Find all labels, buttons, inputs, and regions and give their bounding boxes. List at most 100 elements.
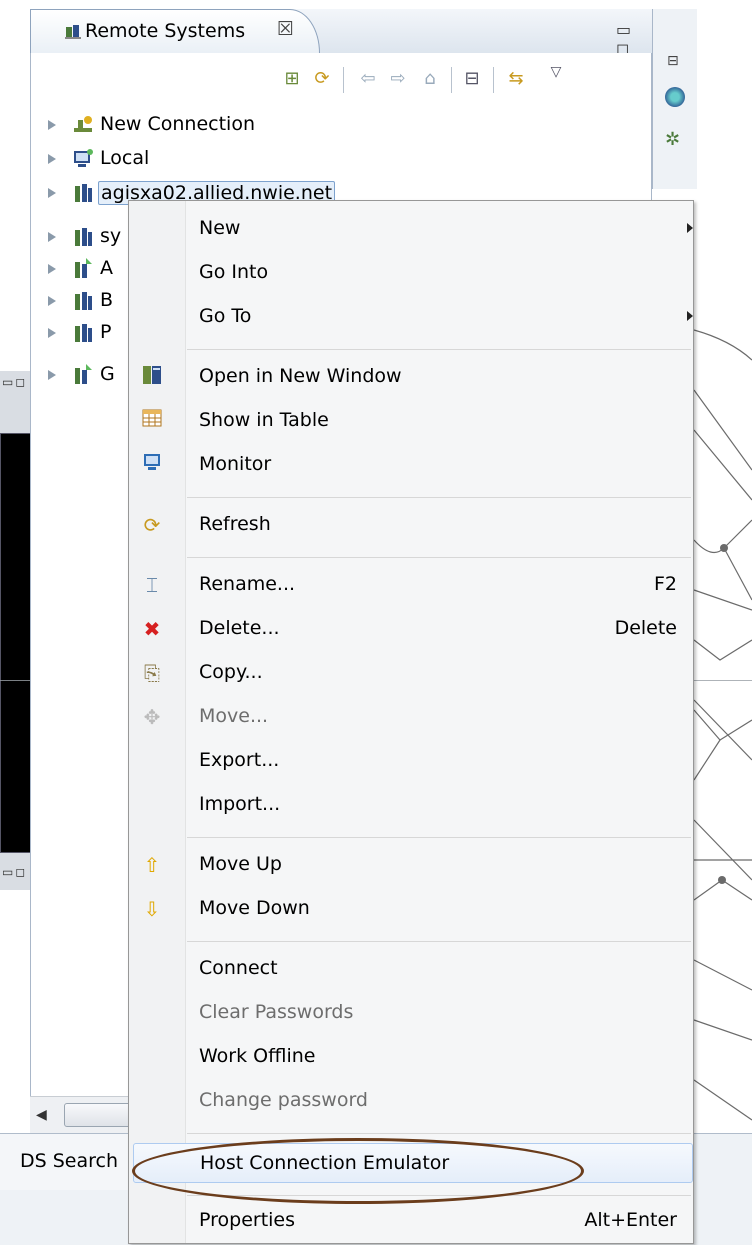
expand-twisty-icon[interactable] — [48, 370, 56, 380]
server-icon — [75, 228, 92, 246]
highlight-annotation-ellipse — [132, 1138, 584, 1204]
expand-twisty-icon[interactable] — [48, 232, 56, 242]
toolbar-separator — [451, 67, 452, 93]
scroll-left-icon[interactable]: ◀ — [36, 1107, 47, 1123]
expand-twisty-icon[interactable] — [48, 188, 56, 198]
table-icon — [139, 408, 165, 434]
tree-item-label: P — [100, 321, 112, 343]
tree-item-label: Local — [100, 147, 150, 169]
menu-item-go-to[interactable]: Go To — [131, 297, 693, 337]
menu-item-label: Rename... — [199, 573, 296, 595]
menu-separator — [187, 837, 691, 838]
new-window-icon — [139, 364, 165, 390]
menu-separator — [187, 497, 691, 498]
debug-icon[interactable]: ✲ — [665, 129, 680, 150]
arrow-up-icon: ⇧ — [143, 853, 161, 877]
menu-item-refresh[interactable]: ⟳ Refresh — [131, 505, 691, 545]
tab-ds-search-label: DS Search — [20, 1150, 119, 1172]
menu-item-new[interactable]: New — [131, 209, 693, 249]
menu-item-label: Work Offline — [199, 1045, 316, 1067]
menu-item-shortcut: Delete — [614, 617, 677, 639]
menu-item-label: Show in Table — [199, 409, 329, 431]
refresh-icon: ⟳ — [143, 513, 161, 537]
perspective-icon[interactable] — [665, 87, 685, 107]
server-icon — [75, 324, 92, 342]
right-toolbar-strip: ⊟ ✲ — [652, 9, 697, 189]
refresh-icon[interactable]: ⟳ — [311, 68, 333, 90]
server-connected-icon — [75, 258, 92, 278]
server-icon — [75, 292, 92, 310]
home-icon[interactable]: ⌂ — [419, 68, 441, 90]
menu-item-label: Clear Passwords — [199, 1001, 354, 1023]
context-menu: New Go Into Go To Open in New Window Sho… — [128, 200, 694, 1244]
tree-item-label: A — [100, 257, 113, 279]
rename-icon: ⌶ — [146, 573, 158, 597]
remote-systems-tab[interactable]: Remote Systems ☒ — [30, 9, 320, 53]
restore-icon[interactable]: ⊟ — [667, 53, 679, 69]
menu-separator — [187, 557, 691, 558]
menu-item-connect[interactable]: Connect — [131, 949, 691, 989]
menu-item-label: Delete... — [199, 617, 280, 639]
back-icon[interactable]: ⇦ — [357, 68, 379, 90]
menu-item-export[interactable]: Export... — [131, 741, 691, 781]
submenu-arrow-icon — [687, 311, 693, 321]
close-icon[interactable]: ☒ — [277, 18, 294, 40]
link-with-editor-icon[interactable]: ⇆ — [505, 68, 527, 90]
tree-item-label: New Connection — [100, 113, 255, 135]
collapse-all-icon[interactable]: ⊟ — [461, 68, 483, 90]
expand-twisty-icon[interactable] — [48, 296, 56, 306]
delete-icon: ✖ — [143, 617, 161, 641]
menu-item-move: ✥ Move... — [131, 697, 691, 737]
menu-item-rename[interactable]: ⌶ Rename... F2 — [131, 565, 691, 605]
copy-icon: ⎘ — [144, 661, 160, 685]
menu-item-shortcut: F2 — [653, 573, 677, 595]
menu-item-copy[interactable]: ⎘ Copy... — [131, 653, 691, 693]
menu-item-delete[interactable]: ✖ Delete... Delete — [131, 609, 691, 649]
view-title: Remote Systems — [85, 20, 246, 42]
view-menu-icon[interactable]: ▽ — [545, 61, 567, 83]
remote-systems-icon — [65, 25, 81, 39]
view-toolbar: ⊞ ⟳ ⇦ ⇨ ⌂ ⊟ ⇆ ▽ — [31, 53, 651, 101]
new-connection-icon[interactable]: ⊞ — [281, 68, 303, 90]
menu-item-properties[interactable]: Properties Alt+Enter — [131, 1201, 691, 1241]
menu-item-label: Connect — [199, 957, 278, 979]
server-icon — [75, 184, 92, 202]
left-panel-minmax-icons[interactable]: ▭◻ — [2, 375, 27, 389]
menu-separator — [187, 349, 691, 350]
menu-item-label: Open in New Window — [199, 365, 402, 387]
tree-item-label: G — [100, 363, 115, 385]
menu-item-move-up[interactable]: ⇧ Move Up — [131, 845, 691, 885]
tab-ds-search[interactable]: DS Search — [0, 1134, 131, 1190]
menu-item-label: Export... — [199, 749, 280, 771]
menu-item-label: Import... — [199, 793, 281, 815]
expand-twisty-icon[interactable] — [48, 328, 56, 338]
expand-twisty-icon[interactable] — [48, 264, 56, 274]
menu-item-label: Go To — [199, 305, 252, 327]
menu-item-import[interactable]: Import... — [131, 785, 691, 825]
menu-item-label: Move Up — [199, 853, 282, 875]
menu-item-go-into[interactable]: Go Into — [131, 253, 691, 293]
left-panel-minmax-icons-bottom[interactable]: ▭◻ — [2, 865, 27, 879]
menu-item-label: Go Into — [199, 261, 269, 283]
menu-item-label: Refresh — [199, 513, 271, 535]
menu-item-label: Monitor — [199, 453, 272, 475]
menu-item-shortcut: Alt+Enter — [584, 1209, 677, 1231]
expand-twisty-icon[interactable] — [48, 154, 56, 164]
view-tabbar: Remote Systems ☒ ▭ ◻ — [30, 9, 652, 58]
expand-twisty-icon[interactable] — [48, 120, 56, 130]
tree-item-label: B — [100, 289, 114, 311]
menu-item-show-in-table[interactable]: Show in Table — [131, 401, 691, 441]
menu-separator — [187, 941, 691, 942]
menu-item-work-offline[interactable]: Work Offline — [131, 1037, 691, 1077]
menu-item-label: New — [199, 217, 241, 239]
monitor-icon — [139, 452, 165, 478]
menu-item-open-in-new-window[interactable]: Open in New Window — [131, 357, 691, 397]
menu-item-label: Move... — [199, 705, 269, 727]
console-area — [0, 433, 34, 853]
menu-item-monitor[interactable]: Monitor — [131, 445, 691, 485]
forward-icon[interactable]: ⇨ — [387, 68, 409, 90]
menu-item-move-down[interactable]: ⇩ Move Down — [131, 889, 691, 929]
menu-item-label: Copy... — [199, 661, 263, 683]
toolbar-separator — [343, 67, 344, 93]
menu-item-label: Properties — [199, 1209, 296, 1231]
